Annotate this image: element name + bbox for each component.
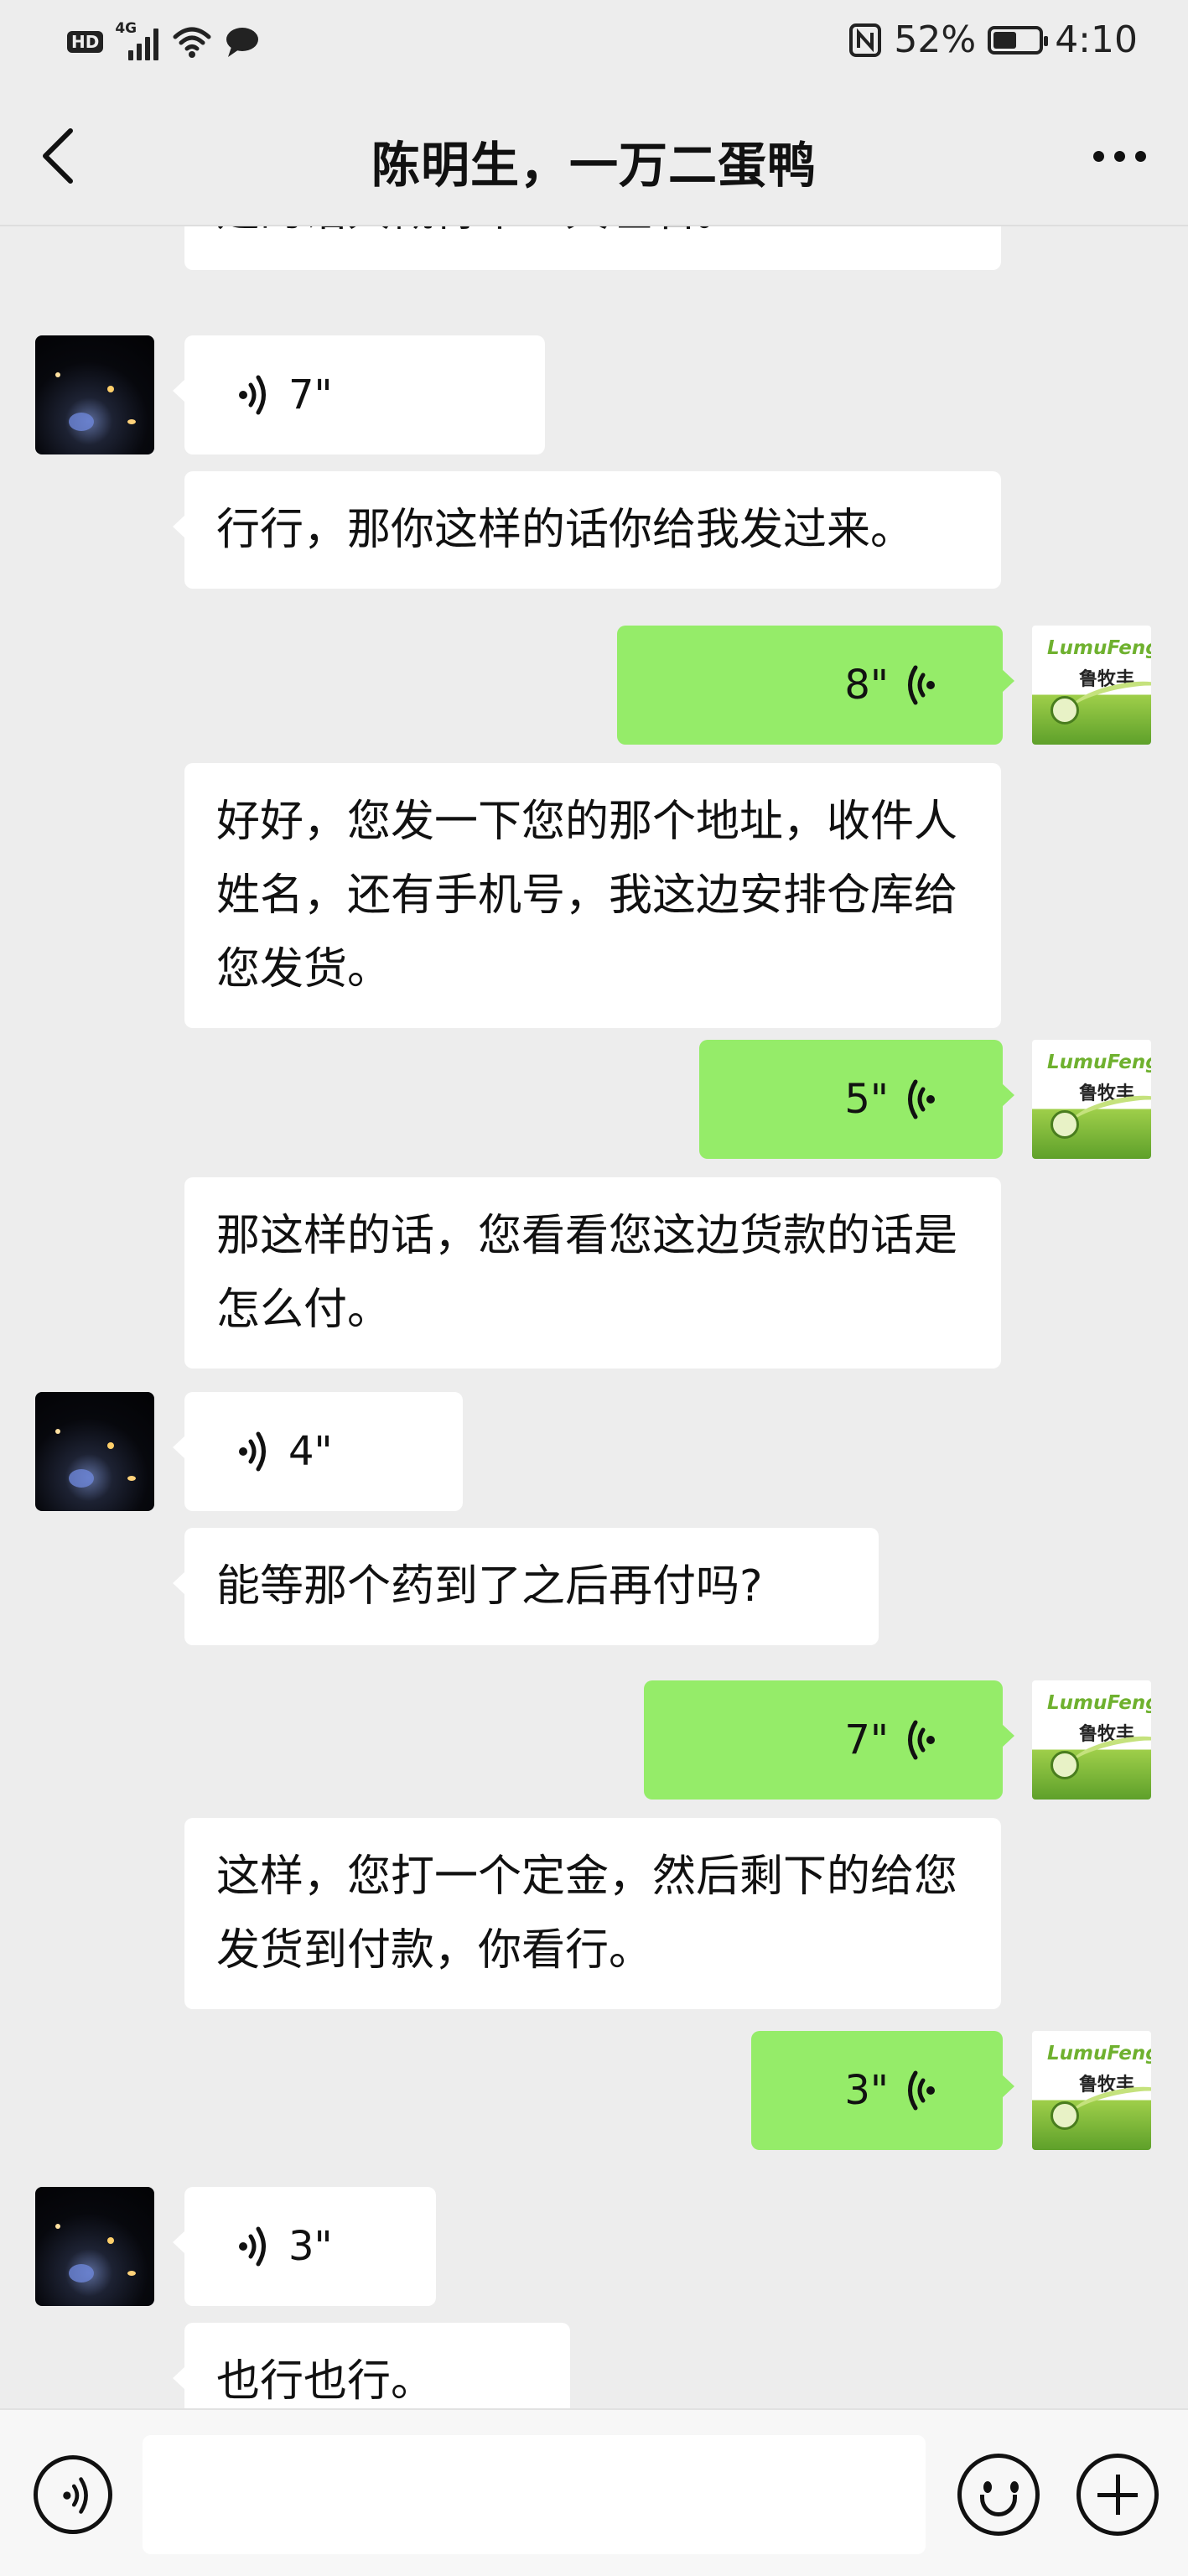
- voice-duration: 7": [844, 1716, 889, 1763]
- voice-wave-icon: [239, 375, 266, 415]
- voice-duration: 5": [844, 1076, 889, 1123]
- message-text: 行行，那你这样的话你给我发过来。: [216, 505, 915, 555]
- message-bubble-text[interactable]: 那这样的话，您看看您这边货款的话是怎么付。: [184, 1177, 1001, 1368]
- contact-avatar[interactable]: [35, 1392, 154, 1511]
- message-text: 好好，您发一下您的那个地址，收件人姓名，还有手机号，我这边安排仓库给您发货。: [216, 797, 958, 995]
- wifi-icon: [173, 27, 211, 58]
- message-bubble-text[interactable]: 建的话大概得个三天左右。: [184, 226, 1001, 270]
- status-right: 52% 4:10: [848, 18, 1138, 61]
- avatar-logo-text: LumuFeng: [1047, 1052, 1151, 1073]
- avatar-logo-text: LumuFeng: [1047, 637, 1151, 659]
- voice-wave-icon: [239, 2226, 266, 2267]
- more-options-icon[interactable]: [1093, 151, 1146, 162]
- voice-duration: 3": [288, 2223, 333, 2270]
- chat-header: 陈明生，一万二蛋鸭: [0, 84, 1188, 226]
- my-avatar[interactable]: LumuFeng 鲁牧丰: [1032, 2031, 1151, 2150]
- voice-mode-icon[interactable]: [34, 2455, 112, 2534]
- status-bar: HD 4G 52% 4:10: [0, 0, 1188, 84]
- signal-icon: 4G: [115, 20, 160, 60]
- voice-message[interactable]: 3": [173, 2187, 436, 2306]
- contact-avatar[interactable]: [35, 2187, 154, 2306]
- my-avatar[interactable]: LumuFeng 鲁牧丰: [1032, 1040, 1151, 1159]
- avatar-logo-text: LumuFeng: [1047, 2043, 1151, 2064]
- voice-wave-icon: [908, 665, 935, 705]
- message-bubble-text[interactable]: 也行也行。: [173, 2323, 570, 2408]
- contact-avatar[interactable]: [35, 335, 154, 454]
- message-icon: [226, 28, 259, 57]
- voice-duration: 3": [844, 2067, 889, 2114]
- message-text: 建的话大概得个三天左右。: [216, 226, 739, 236]
- message-text: 也行也行。: [216, 2356, 435, 2407]
- message-text: 能等那个药到了之后再付吗?: [216, 1561, 763, 1612]
- message-bubble-text[interactable]: 能等那个药到了之后再付吗?: [173, 1528, 879, 1645]
- message-input[interactable]: [143, 2435, 926, 2554]
- avatar-logo-text: LumuFeng: [1047, 1692, 1151, 1714]
- my-avatar[interactable]: LumuFeng 鲁牧丰: [1032, 1680, 1151, 1800]
- input-bar: [0, 2408, 1188, 2576]
- voice-message[interactable]: 3": [751, 2031, 1014, 2150]
- voice-duration: 7": [288, 371, 333, 418]
- voice-duration: 4": [288, 1428, 333, 1475]
- voice-message[interactable]: 7": [173, 335, 545, 454]
- emoji-icon[interactable]: [957, 2454, 1040, 2536]
- message-bubble-text[interactable]: 行行，那你这样的话你给我发过来。: [173, 471, 1001, 589]
- voice-message[interactable]: 8": [617, 626, 1014, 745]
- plus-icon[interactable]: [1076, 2454, 1159, 2536]
- message-text: 这样，您打一个定金，然后剩下的给您发货到付款，你看行。: [216, 1852, 958, 1976]
- battery-icon: [988, 25, 1049, 55]
- voice-duration: 8": [844, 662, 889, 709]
- battery-percent: 52%: [894, 18, 977, 61]
- hd-badge: HD: [67, 31, 104, 53]
- voice-wave-icon: [908, 1720, 935, 1760]
- message-text: 那这样的话，您看看您这边货款的话是怎么付。: [216, 1211, 958, 1335]
- voice-message[interactable]: 4": [173, 1392, 463, 1511]
- voice-wave-icon: [908, 2070, 935, 2111]
- message-list: 建的话大概得个三天左右。 7" 行行，那你这样的话你给我发过来。 LumuFen…: [0, 226, 1188, 2408]
- message-bubble-text[interactable]: 好好，您发一下您的那个地址，收件人姓名，还有手机号，我这边安排仓库给您发货。: [184, 763, 1001, 1028]
- nfc-icon: [849, 23, 882, 57]
- my-avatar[interactable]: LumuFeng 鲁牧丰: [1032, 626, 1151, 745]
- voice-wave-icon: [908, 1079, 935, 1119]
- voice-message[interactable]: 7": [644, 1680, 1014, 1800]
- voice-wave-icon: [239, 1431, 266, 1472]
- voice-message[interactable]: 5": [699, 1040, 1014, 1159]
- chat-title: 陈明生，一万二蛋鸭: [371, 137, 817, 194]
- message-bubble-text[interactable]: 这样，您打一个定金，然后剩下的给您发货到付款，你看行。: [184, 1818, 1001, 2009]
- clock-time: 4:10: [1055, 18, 1138, 61]
- status-left: HD 4G: [67, 20, 261, 60]
